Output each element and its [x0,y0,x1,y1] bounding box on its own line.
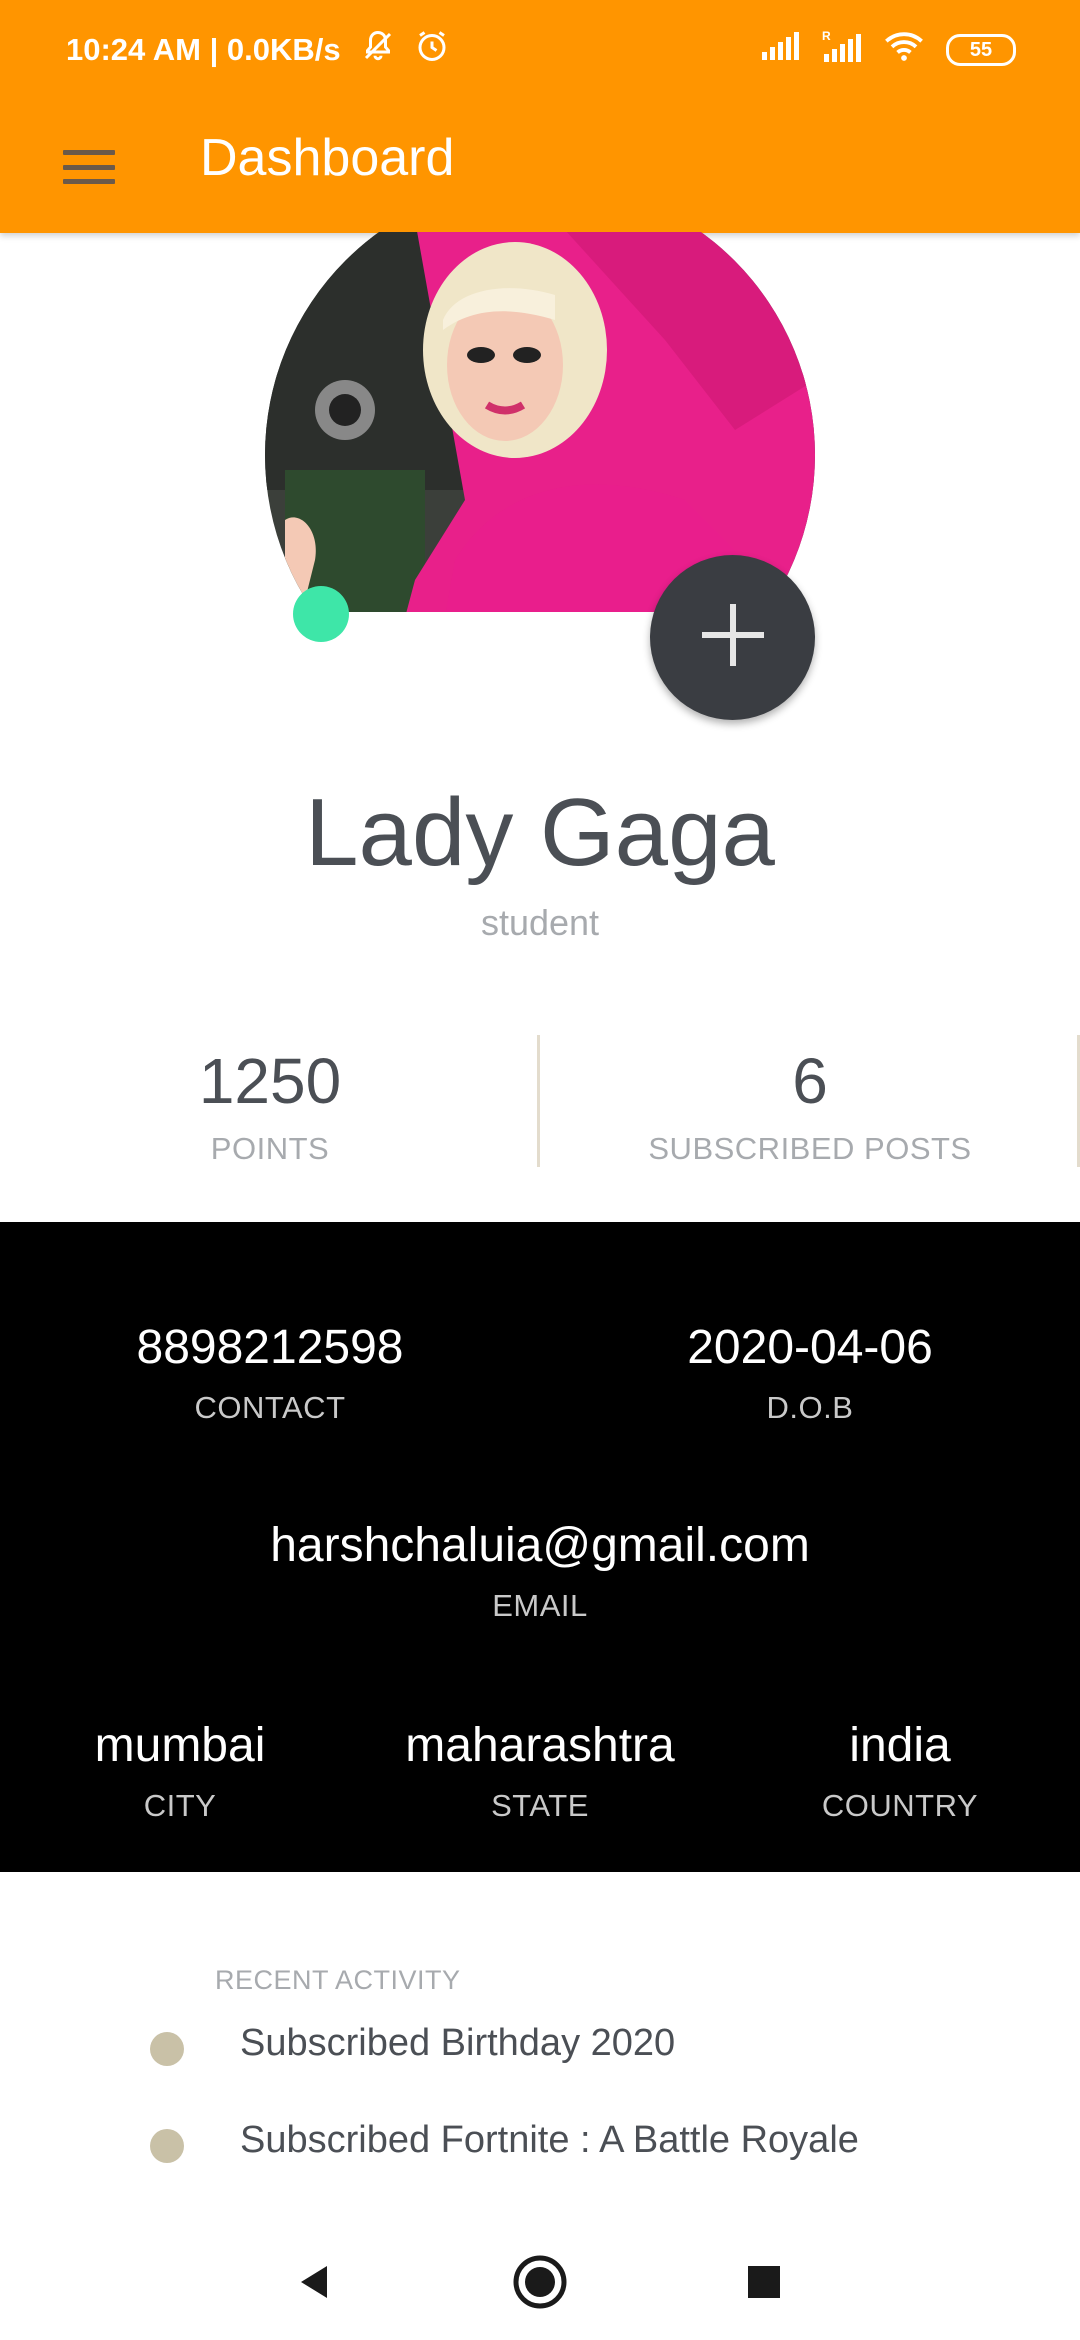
state-label: STATE [491,1788,589,1823]
state-item: maharashtra STATE [360,1722,720,1824]
email-item: harshchaluia@gmail.com EMAIL [0,1522,1080,1624]
avatar-container [265,180,815,730]
status-time: 10:24 AM | 0.0KB/s [66,32,341,67]
recents-square-icon[interactable] [734,2252,794,2312]
state-value: maharashtra [405,1719,675,1772]
back-triangle-icon[interactable] [285,2252,345,2312]
stats-row: 1250 POINTS 6 SUBSCRIBED POSTS [0,1035,1080,1167]
bullet-dot-icon [150,2032,184,2066]
bullet-dot-icon [150,2129,184,2163]
recent-activity-title: RECENT ACTIVITY [215,1965,461,1995]
home-circle-icon[interactable] [510,2252,570,2312]
email-value: harshchaluia@gmail.com [270,1519,810,1572]
email-label: EMAIL [492,1588,588,1623]
dob-label: D.O.B [766,1390,854,1425]
system-nav-bar [0,2220,1080,2340]
stat-points: 1250 POINTS [0,1035,540,1167]
plus-icon [700,602,766,673]
alarm-icon [414,28,450,72]
activity-text: Subscribed Birthday 2020 [240,2022,676,2064]
online-status-dot [293,586,349,642]
signal-roaming-icon: R [822,29,862,70]
contact-item: 8898212598 CONTACT [0,1324,540,1426]
list-item[interactable]: Subscribed Birthday 2020 [150,2022,1050,2082]
subscribed-posts-value: 6 [792,1045,828,1117]
mute-bell-icon [360,28,396,72]
page-title: Dashboard [200,129,455,187]
status-bar: 10:24 AM | 0.0KB/s R 55 [0,0,1080,100]
country-label: COUNTRY [821,1788,979,1823]
info-panel: 8898212598 CONTACT 2020-04-06 D.O.B hars… [0,1222,1080,1872]
dob-item: 2020-04-06 D.O.B [540,1324,1080,1426]
points-value: 1250 [198,1045,342,1117]
status-icons-left [360,28,450,72]
add-photo-button[interactable] [650,555,815,720]
contact-value: 8898212598 [136,1321,404,1374]
status-icons-right: R 55 [760,29,1016,70]
country-item: india COUNTRY [720,1722,1080,1824]
hamburger-menu-icon[interactable] [50,132,128,202]
contact-label: CONTACT [194,1390,346,1425]
activity-text: Subscribed Fortnite : A Battle Royale [240,2119,859,2161]
wifi-icon [884,30,924,70]
profile-name: Lady Gaga [305,779,775,886]
dob-value: 2020-04-06 [687,1321,933,1374]
points-label: POINTS [210,1131,330,1166]
signal-icon [760,32,800,68]
stat-subscribed-posts: 6 SUBSCRIBED POSTS [540,1035,1080,1167]
list-item[interactable]: Subscribed Fortnite : A Battle Royale [150,2119,1050,2179]
city-value: mumbai [94,1719,266,1772]
city-item: mumbai CITY [0,1722,360,1824]
country-value: india [849,1719,951,1772]
profile-role: student [480,902,600,943]
city-label: CITY [143,1788,217,1823]
battery-icon: 55 [946,34,1016,66]
subscribed-posts-label: SUBSCRIBED POSTS [648,1131,972,1166]
svg-text:R: R [822,30,831,43]
